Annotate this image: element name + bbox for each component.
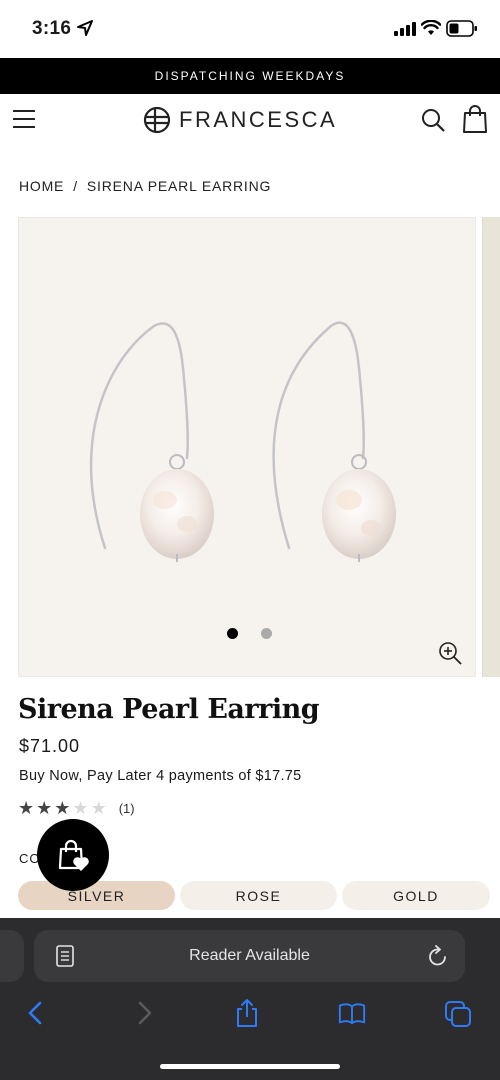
share-icon[interactable] [233, 998, 261, 1028]
shopping-bag-icon[interactable] [462, 105, 488, 133]
product-rating[interactable]: ★ ★ ★ ★ ★ (1) [18, 799, 135, 817]
browser-toolbar: Reader Available [0, 918, 500, 1080]
zoom-in-icon[interactable] [438, 641, 462, 665]
product-title: Sirena Pearl Earring [18, 694, 320, 725]
star-icon: ★ [18, 798, 35, 818]
shopping-bag-heart-icon [58, 839, 89, 871]
location-arrow-icon [77, 20, 93, 36]
product-image [89, 321, 396, 562]
status-bar: 3:16 [0, 0, 500, 58]
search-icon[interactable] [420, 107, 446, 133]
address-bar-text: Reader Available [189, 947, 310, 964]
star-empty-icon: ★ [72, 798, 89, 818]
cellular-signal-icon [394, 22, 416, 36]
tabs-icon[interactable] [444, 998, 472, 1028]
product-image-gallery[interactable] [18, 217, 476, 677]
site-header: FRANCESCA [0, 94, 500, 146]
breadcrumb-current: SIRENA PEARL EARRING [86, 178, 272, 194]
forward-icon[interactable] [130, 998, 158, 1028]
status-time: 3:16 [32, 18, 72, 39]
bookmarks-icon[interactable] [338, 998, 366, 1028]
breadcrumb-separator: / [73, 178, 78, 194]
wifi-icon [421, 20, 441, 35]
breadcrumb-home-link[interactable]: HOME [19, 178, 64, 194]
hamburger-menu-icon[interactable] [12, 108, 36, 130]
carousel-dot-2[interactable] [261, 628, 272, 639]
bnpl-message: Buy Now, Pay Later 4 payments of $17.75 [19, 768, 302, 784]
carousel-dot-1[interactable] [227, 628, 238, 639]
brand-name: FRANCESCA [179, 107, 338, 132]
back-icon[interactable] [22, 998, 50, 1028]
color-option-gold[interactable]: GOLD [342, 881, 490, 910]
battery-icon [446, 20, 477, 37]
announcement-bar: DISPATCHING WEEKDAYS [0, 58, 500, 94]
star-icon: ★ [54, 798, 71, 818]
color-option-silver[interactable]: SILVER [18, 881, 175, 910]
breadcrumb: HOME / SIRENA PEARL EARRING [19, 178, 271, 194]
next-slide-peek[interactable] [482, 217, 500, 677]
star-icon: ★ [36, 798, 53, 818]
star-empty-icon: ★ [90, 798, 107, 818]
reload-icon[interactable] [428, 945, 448, 967]
reader-mode-icon[interactable] [56, 945, 74, 967]
color-option-rose[interactable]: ROSE [180, 881, 337, 910]
previous-tab-preview[interactable] [0, 930, 24, 982]
brand-emblem-icon [143, 106, 171, 134]
home-indicator [160, 1064, 340, 1069]
product-price: $71.00 [19, 736, 81, 756]
brand-logo[interactable]: FRANCESCA [143, 106, 337, 134]
wishlist-button[interactable] [37, 819, 109, 891]
review-count[interactable]: (1) [119, 801, 135, 816]
address-bar[interactable]: Reader Available [34, 930, 465, 982]
